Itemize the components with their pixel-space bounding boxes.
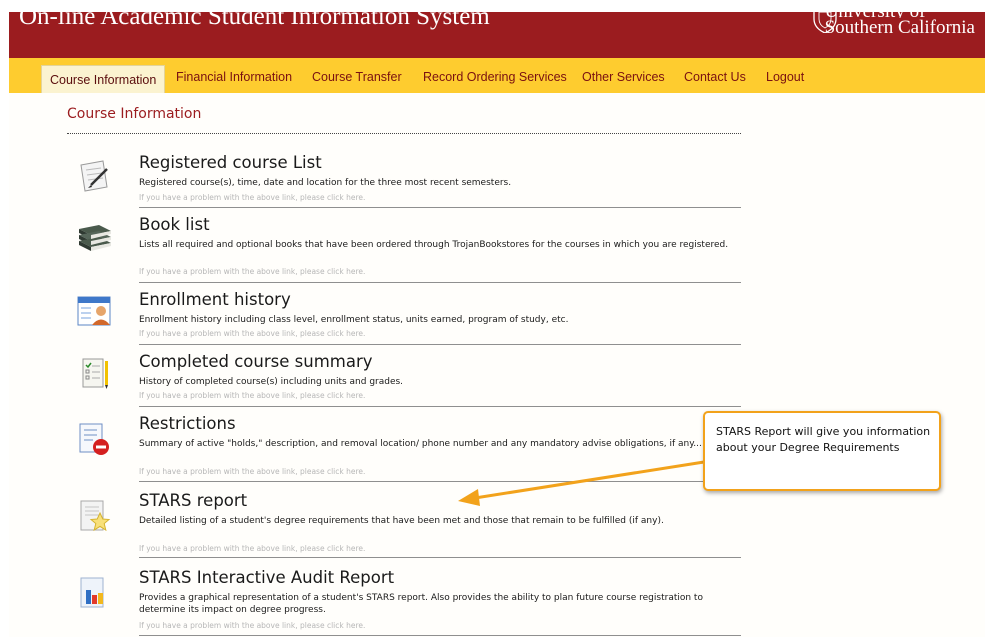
callout-text: STARS Report will give you information a… (716, 425, 931, 454)
stars-report-callout: STARS Report will give you information a… (703, 411, 941, 491)
callout-arrow-icon (458, 460, 705, 506)
